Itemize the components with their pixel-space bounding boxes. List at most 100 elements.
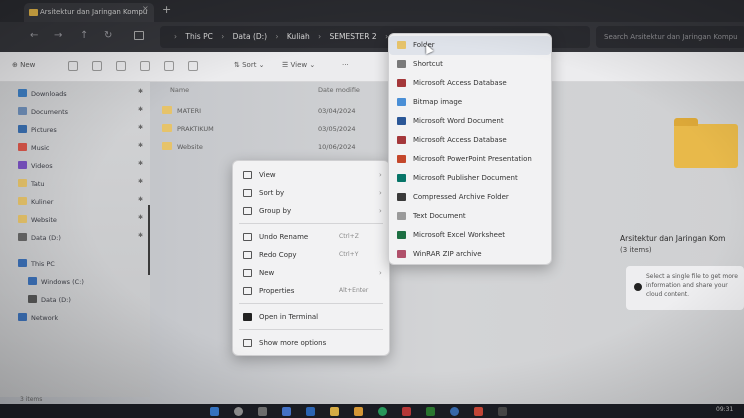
new-submenu-item[interactable]: Microsoft Word Document (389, 112, 551, 131)
file-explorer-icon[interactable] (330, 407, 339, 416)
word-icon (397, 117, 406, 125)
task-view-icon[interactable] (258, 407, 267, 416)
new-button[interactable]: ⊕ New (12, 61, 35, 69)
cut-icon[interactable] (68, 61, 78, 71)
breadcrumb-this-pc[interactable]: This PC (185, 26, 212, 48)
context-menu-item[interactable]: Redo Copy Ctrl+Y (233, 245, 389, 265)
context-menu-item[interactable]: Sort by › (233, 183, 389, 203)
new-submenu-item[interactable]: Microsoft Excel Worksheet (389, 226, 551, 245)
new-submenu-item[interactable]: Text Document (389, 207, 551, 226)
new-submenu-item[interactable]: Bitmap image (389, 93, 551, 112)
search-icon[interactable] (234, 407, 243, 416)
column-header-name[interactable]: Name (170, 86, 189, 94)
sidebar-item[interactable]: Data (D:) (18, 232, 61, 244)
sidebar-item[interactable]: Videos (18, 160, 53, 172)
pin-icon[interactable]: ✱ (138, 214, 143, 221)
publisher-icon (397, 174, 406, 182)
delete-icon[interactable] (188, 61, 198, 71)
search-input[interactable]: Search Arsitektur dan Jaringan Kompu (596, 26, 744, 48)
new-submenu-item[interactable]: Folder (389, 36, 551, 55)
context-menu-label: Show more options (259, 339, 327, 347)
sort-button[interactable]: ⇅ Sort ⌄ (234, 61, 265, 69)
pin-icon[interactable]: ✱ (138, 232, 143, 239)
start-icon[interactable] (210, 407, 219, 416)
sidebar-item[interactable]: This PC (18, 258, 55, 270)
up-icon[interactable]: ↑ (80, 30, 88, 41)
monitor-icon[interactable] (134, 31, 144, 40)
forward-icon[interactable]: → (54, 30, 62, 41)
sidebar-item[interactable]: Tatu (18, 178, 45, 190)
refresh-icon[interactable]: ↻ (104, 30, 112, 41)
new-submenu-label: Microsoft PowerPoint Presentation (413, 155, 532, 163)
new-tab-icon[interactable]: + (162, 3, 171, 16)
new-submenu-item[interactable]: Microsoft PowerPoint Presentation (389, 150, 551, 169)
context-menu-item[interactable]: Show more options (233, 333, 389, 353)
breadcrumb-data-d[interactable]: Data (D:) (233, 26, 267, 48)
new-submenu-item[interactable]: Microsoft Access Database (389, 74, 551, 93)
sidebar-item[interactable]: Kuliner (18, 196, 53, 208)
taskbar-clock[interactable]: 09:31 (716, 406, 733, 413)
app-icon[interactable] (450, 407, 459, 416)
pin-icon[interactable]: ✱ (138, 124, 143, 131)
back-icon[interactable]: ← (30, 30, 38, 41)
details-title: Arsitektur dan Jaringan Kom (620, 234, 726, 243)
sidebar-item[interactable]: Website (18, 214, 57, 226)
app-icon[interactable] (354, 407, 363, 416)
folder-icon (18, 179, 27, 187)
sidebar-item[interactable]: Pictures (18, 124, 57, 136)
drive-icon (28, 277, 37, 285)
breadcrumb-kuliah[interactable]: Kuliah (287, 26, 310, 48)
list-item[interactable]: PRAKTIKUM (162, 122, 214, 136)
context-menu-item[interactable]: Open in Terminal (233, 307, 389, 327)
app-icon[interactable] (426, 407, 435, 416)
pin-icon[interactable]: ✱ (138, 142, 143, 149)
pin-icon[interactable]: ✱ (138, 88, 143, 95)
new-submenu-item[interactable]: WinRAR ZIP archive (389, 245, 551, 264)
new-submenu-item[interactable]: Microsoft Access Database (389, 131, 551, 150)
list-item[interactable]: MATERI (162, 104, 201, 118)
sidebar-item[interactable]: Downloads (18, 88, 67, 100)
context-menu-item[interactable]: View › (233, 165, 389, 185)
menu-separator (239, 303, 383, 304)
sidebar-item-label: Kuliner (31, 198, 54, 206)
new-submenu-item[interactable]: Shortcut (389, 55, 551, 74)
new-submenu-item[interactable]: Compressed Archive Folder (389, 188, 551, 207)
app-icon[interactable] (402, 407, 411, 416)
download-icon (18, 89, 27, 97)
new-submenu-label: Compressed Archive Folder (413, 193, 509, 201)
list-item[interactable]: Website (162, 140, 203, 154)
context-menu-item[interactable]: Undo Rename Ctrl+Z (233, 227, 389, 247)
sidebar-item[interactable]: Music (18, 142, 50, 154)
edge-icon[interactable] (306, 407, 315, 416)
chat-icon[interactable] (282, 407, 291, 416)
paste-icon[interactable] (116, 61, 126, 71)
sidebar-item[interactable]: Network (18, 312, 58, 324)
pin-icon[interactable]: ✱ (138, 178, 143, 185)
app-icon[interactable] (498, 407, 507, 416)
view-button[interactable]: ☰ View ⌄ (282, 61, 315, 69)
context-menu-item[interactable]: Group by › (233, 201, 389, 221)
chrome-icon[interactable] (378, 407, 387, 416)
breadcrumb-semester[interactable]: SEMESTER 2 (330, 26, 377, 48)
pin-icon[interactable]: ✱ (138, 106, 143, 113)
tab-close-icon[interactable]: × (142, 4, 149, 13)
rename-icon[interactable] (140, 61, 150, 71)
folder-icon (18, 197, 27, 205)
sidebar-item[interactable]: Data (D:) (28, 294, 71, 306)
share-icon[interactable] (164, 61, 174, 71)
new-submenu-label: Shortcut (413, 60, 443, 68)
copy-icon[interactable] (92, 61, 102, 71)
sidebar-item[interactable]: Windows (C:) (28, 276, 84, 288)
context-menu-item[interactable]: New › (233, 263, 389, 283)
sidebar-splitter[interactable] (148, 205, 150, 275)
column-header-date[interactable]: Date modifie (318, 86, 360, 94)
window-tab[interactable]: Arsitektur dan Jaringan Kompu (24, 3, 154, 22)
new-submenu-item[interactable]: Microsoft Publisher Document (389, 169, 551, 188)
context-menu-item[interactable]: Properties Alt+Enter (233, 281, 389, 301)
more-button[interactable]: ··· (342, 61, 349, 69)
app-icon[interactable] (474, 407, 483, 416)
sidebar-item[interactable]: Documents (18, 106, 68, 118)
terminal-icon (243, 313, 252, 321)
pin-icon[interactable]: ✱ (138, 196, 143, 203)
pin-icon[interactable]: ✱ (138, 160, 143, 167)
